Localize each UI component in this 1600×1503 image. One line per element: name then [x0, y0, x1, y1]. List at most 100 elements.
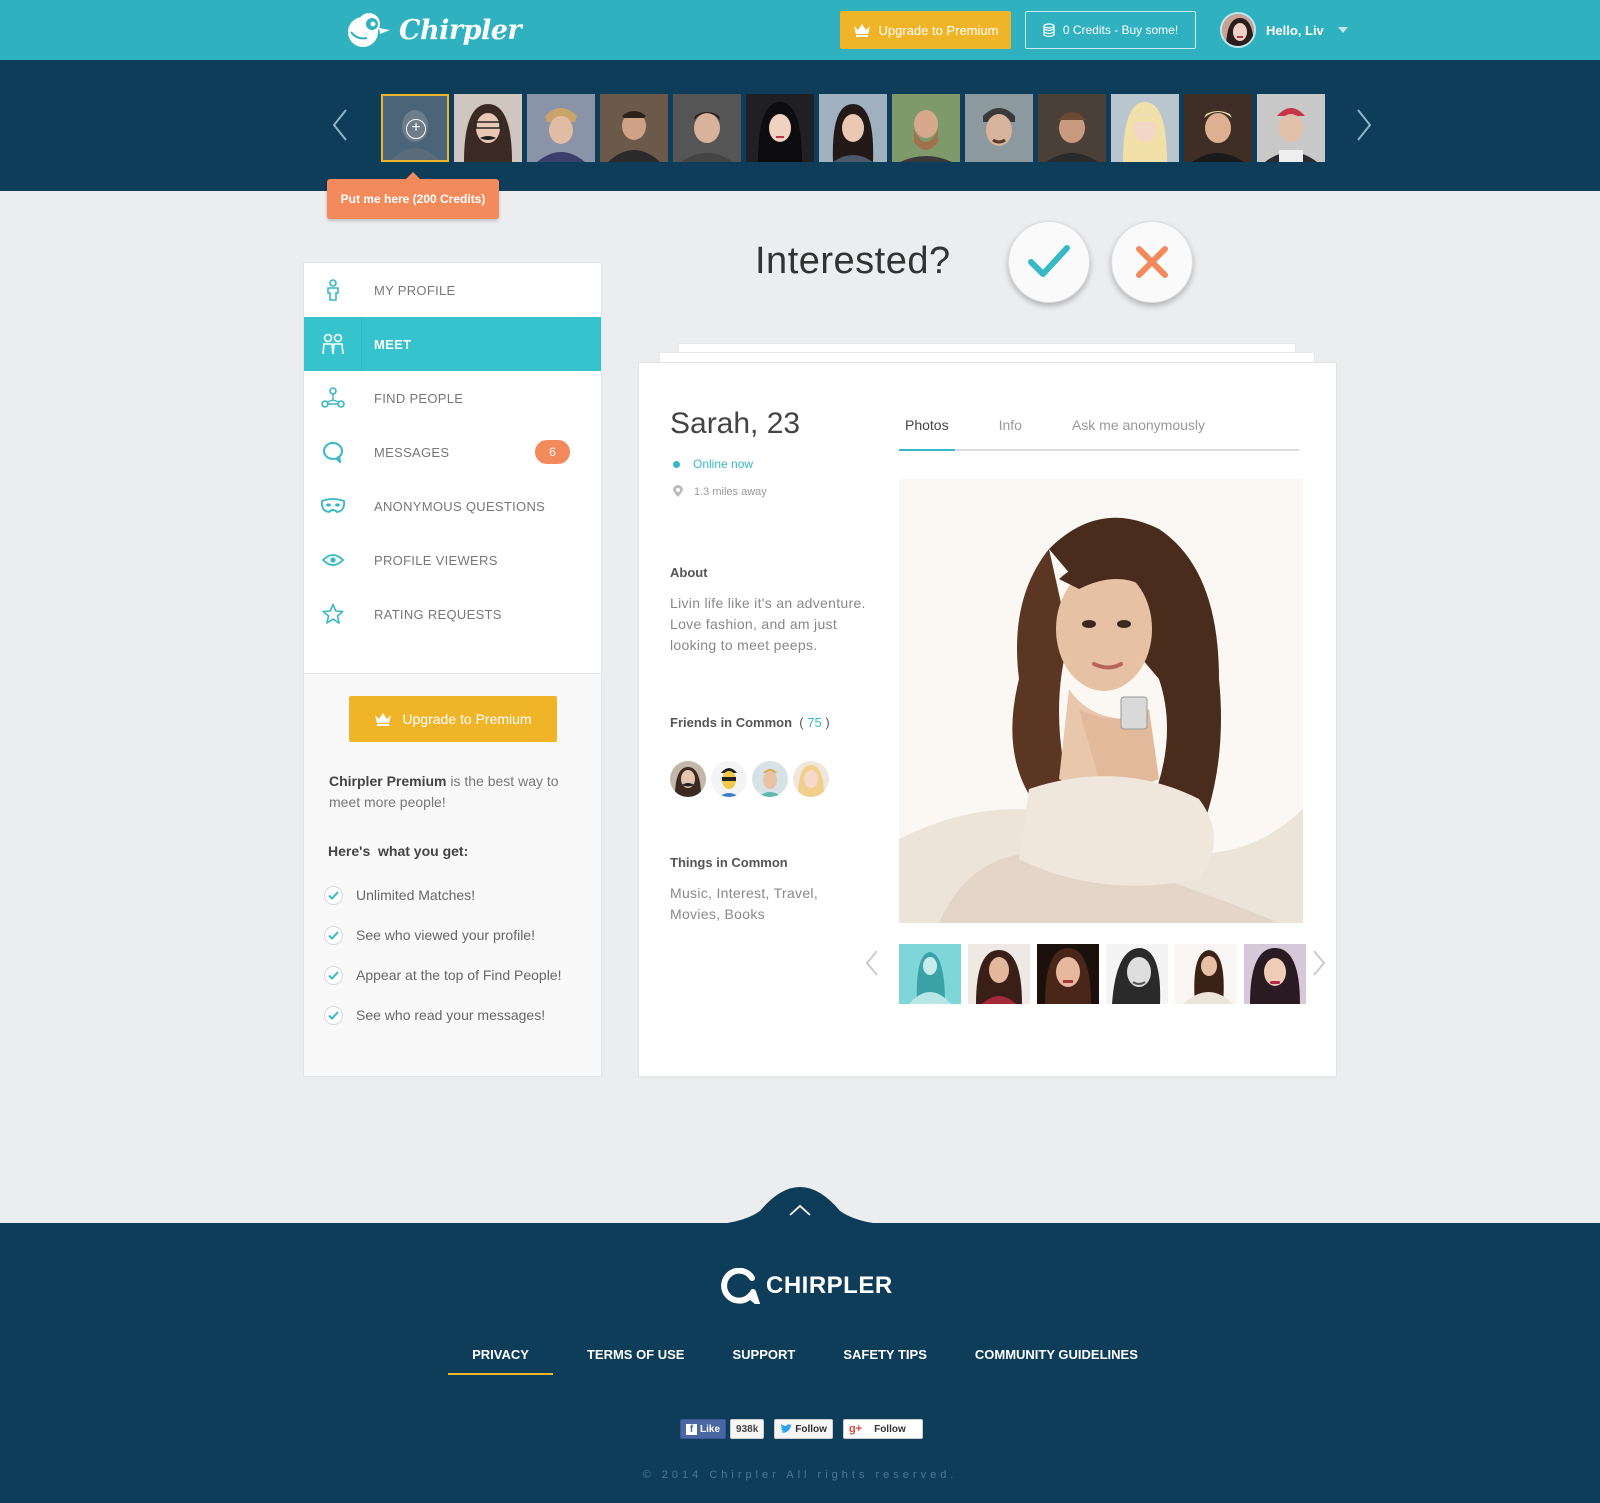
sidebar-item-label: ANONYMOUS QUESTIONS: [374, 498, 546, 514]
twitter-follow-button[interactable]: Follow: [774, 1419, 833, 1439]
check-icon: [324, 925, 343, 945]
main-profile-photo[interactable]: [899, 479, 1303, 923]
friends-in-common-heading: Friends in Common ( 75 ): [670, 715, 830, 730]
premium-description: Chirpler Premium is the best way to meet…: [329, 771, 589, 813]
messages-count-badge: 6: [535, 440, 570, 464]
interested-heading: Interested?: [755, 240, 951, 282]
googleplus-icon: g+: [848, 1423, 863, 1435]
profile-tabs: Photos Info Ask me anonymously: [899, 403, 1299, 451]
twitter-bird-icon: [781, 1424, 793, 1433]
chevron-right-icon[interactable]: [1312, 949, 1326, 977]
footer-links: PRIVACY TERMS OF USE SUPPORT SAFETY TIPS…: [0, 1347, 1600, 1375]
sidebar-item-meet[interactable]: MEET: [304, 317, 601, 371]
featured-user-thumb[interactable]: [1257, 94, 1325, 162]
sidebar-item-my-profile[interactable]: MY PROFILE: [304, 263, 601, 317]
featured-user-thumb[interactable]: [965, 94, 1033, 162]
footer-link-terms[interactable]: TERMS OF USE: [563, 1347, 709, 1375]
sidebar-item-anonymous-questions[interactable]: ANONYMOUS QUESTIONS: [304, 479, 601, 533]
social-buttons: f Like 938k Follow g+ Follow: [680, 1419, 923, 1439]
chirpler-bird-icon: [348, 13, 390, 47]
friends-heading-label: Friends in Common: [670, 715, 793, 730]
friends-open-paren: (: [799, 715, 804, 730]
sidebar-item-profile-viewers[interactable]: PROFILE VIEWERS: [304, 533, 601, 587]
facebook-like-count: 938k: [730, 1419, 765, 1439]
friends-in-common-list: [670, 761, 829, 797]
footer-link-community-guidelines[interactable]: COMMUNITY GUIDELINES: [951, 1347, 1162, 1375]
upgrade-premium-button[interactable]: Upgrade to Premium: [840, 11, 1011, 49]
speech-bubble-icon: [323, 442, 343, 463]
benefit-item: Unlimited Matches!: [324, 875, 561, 915]
distance-label: 1.3 miles away: [694, 485, 767, 498]
check-icon: [324, 1005, 343, 1025]
gallery-thumb[interactable]: [1037, 944, 1099, 1004]
person-icon: [327, 279, 339, 301]
tab-photos[interactable]: Photos: [899, 403, 955, 451]
featured-user-thumb[interactable]: [892, 94, 960, 162]
featured-user-thumb[interactable]: [819, 94, 887, 162]
upgrade-premium-label: Upgrade to Premium: [878, 22, 999, 38]
chevron-left-icon[interactable]: [328, 106, 352, 144]
friends-count[interactable]: 75: [807, 715, 821, 730]
crown-icon: [853, 24, 870, 37]
tab-ask-anonymously[interactable]: Ask me anonymously: [1066, 403, 1211, 451]
online-status-label: Online now: [693, 457, 754, 471]
sidebar-item-messages[interactable]: MESSAGES 6: [304, 425, 601, 479]
footer-brand[interactable]: CHIRPLER: [720, 1268, 893, 1304]
coins-icon: [1043, 22, 1055, 37]
gallery-thumb[interactable]: [1175, 944, 1237, 1004]
featured-user-thumb[interactable]: [746, 94, 814, 162]
featured-user-thumb[interactable]: [673, 94, 741, 162]
googleplus-follow-button[interactable]: g+ Follow: [842, 1419, 923, 1439]
check-icon: [324, 965, 343, 985]
featured-user-thumb[interactable]: [1111, 94, 1179, 162]
put-me-here-tooltip[interactable]: Put me here (200 Credits): [327, 172, 499, 219]
network-icon: [321, 387, 345, 408]
gallery-thumb[interactable]: [968, 944, 1030, 1004]
add-me-slot[interactable]: +: [381, 94, 449, 162]
chevron-right-icon[interactable]: [1352, 106, 1376, 144]
footer-link-safety-tips[interactable]: SAFETY TIPS: [819, 1347, 951, 1375]
accept-button[interactable]: [1008, 221, 1090, 303]
sidebar-item-find-people[interactable]: FIND PEOPLE: [304, 371, 601, 425]
back-to-top-button[interactable]: [700, 1187, 900, 1225]
friend-avatar[interactable]: [670, 761, 706, 797]
buy-credits-label: 0 Credits - Buy some!: [1062, 23, 1179, 37]
gallery-thumb[interactable]: [1244, 944, 1306, 1004]
about-heading: About: [670, 565, 708, 580]
benefit-label: Appear at the top of Find People!: [356, 967, 562, 983]
footer-link-privacy[interactable]: PRIVACY: [448, 1347, 553, 1375]
footer-link-support[interactable]: SUPPORT: [708, 1347, 819, 1375]
benefit-label: See who viewed your profile!: [356, 927, 535, 943]
sidebar-item-label: MEET: [374, 336, 412, 352]
facebook-icon: f: [686, 1423, 697, 1435]
featured-user-thumb[interactable]: [600, 94, 668, 162]
featured-user-thumb[interactable]: [527, 94, 595, 162]
reject-button[interactable]: [1111, 221, 1193, 303]
buy-credits-button[interactable]: 0 Credits - Buy some!: [1025, 11, 1196, 49]
friend-avatar[interactable]: [752, 761, 788, 797]
brand-logo[interactable]: Chirpler: [343, 10, 522, 50]
gallery-thumb[interactable]: [1106, 944, 1168, 1004]
sidebar-item-label: MESSAGES: [374, 444, 450, 460]
upgrade-premium-sidebar-button[interactable]: Upgrade to Premium: [349, 696, 557, 742]
premium-benefits-heading: Here's what you get:: [328, 843, 469, 859]
profile-card: Sarah, 23 Online now 1.3 miles away Abou…: [638, 362, 1337, 1077]
chirpler-c-logo-icon: [721, 1268, 760, 1304]
crown-icon: [375, 713, 392, 726]
featured-user-thumb[interactable]: [1184, 94, 1252, 162]
friend-avatar[interactable]: [793, 761, 829, 797]
user-menu[interactable]: Hello, Liv: [1220, 12, 1348, 48]
featured-user-thumb[interactable]: [1038, 94, 1106, 162]
sidebar-item-rating-requests[interactable]: RATING REQUESTS: [304, 587, 601, 641]
location-pin-icon: [673, 485, 683, 497]
tab-info[interactable]: Info: [993, 403, 1028, 451]
chevron-left-icon[interactable]: [865, 949, 879, 977]
facebook-like-button[interactable]: f Like: [680, 1419, 727, 1439]
featured-user-thumb[interactable]: [454, 94, 522, 162]
online-status: Online now: [673, 457, 753, 471]
friends-close-paren: ): [825, 715, 830, 730]
gallery-thumb[interactable]: [899, 944, 961, 1004]
featured-users-list: +: [381, 94, 1325, 162]
googleplus-follow-label: Follow: [874, 1423, 906, 1435]
friend-avatar[interactable]: [711, 761, 747, 797]
